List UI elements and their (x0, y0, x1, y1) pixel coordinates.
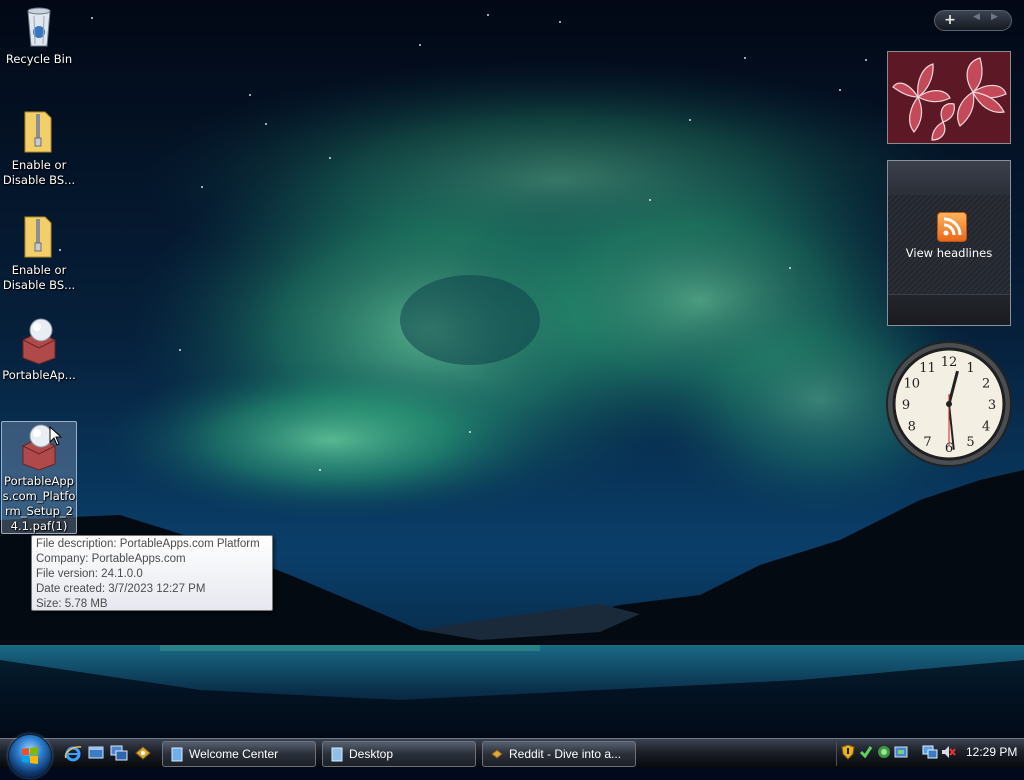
view-headlines-link[interactable]: View headlines (888, 246, 1010, 260)
add-gadget-button[interactable]: + (935, 11, 965, 30)
sidebar-controls: + ◀ ▶ (934, 10, 1012, 31)
clock-numeral: 1 (966, 361, 974, 376)
taskbar-button-welcome-center[interactable]: Welcome Center (162, 741, 316, 767)
gadget-header-band (888, 161, 1010, 195)
gadget-footer-band (888, 294, 1010, 325)
clock-numeral: 7 (923, 435, 931, 450)
slideshow-image (888, 52, 1010, 143)
file-info-tooltip: File description: PortableApps.com Platf… (31, 535, 273, 611)
clock-numeral: 4 (982, 420, 990, 435)
taskbar-clock[interactable]: 12:29 PM (966, 745, 1017, 759)
icon-label: Enable or Disable BS... (2, 158, 76, 187)
tooltip-line: Company: PortableApps.com (36, 553, 186, 565)
portableapps-installer-icon (22, 318, 56, 365)
windows-logo-icon (22, 747, 38, 764)
desktop-icon-enable-disable-bs-2[interactable]: Enable or Disable BS... (2, 213, 76, 293)
security-shield-icon[interactable] (840, 744, 856, 760)
desktop-icon-recycle-bin[interactable]: Recycle Bin (2, 2, 76, 67)
clock-numeral: 9 (902, 398, 910, 413)
desktop-wallpaper (0, 0, 1024, 738)
taskbar-button-label: Reddit - Dive into a... (509, 747, 622, 761)
volume-muted-icon[interactable] (940, 744, 956, 760)
welcome-center-icon (171, 747, 183, 762)
rss-feed-icon (937, 212, 967, 242)
tooltip-line: Date created: 3/7/2023 12:27 PM (36, 583, 206, 595)
icon-label: PortableAp... (2, 368, 76, 382)
tooltip-line: File version: 24.1.0.0 (36, 568, 143, 580)
display-icon[interactable] (922, 744, 938, 760)
next-page-icon[interactable]: ▶ (991, 12, 998, 22)
device-icon[interactable] (893, 744, 909, 760)
clock-numeral: 10 (904, 377, 921, 392)
desktop-icon-portableapps-setup[interactable]: PortableApps.com_Platform_Setup_24.1.paf… (1, 421, 77, 534)
desktop-window-icon (331, 747, 343, 762)
tray-divider (836, 742, 837, 766)
icon-label: PortableApps.com_Platform_Setup_24.1.paf… (2, 474, 76, 533)
start-button[interactable] (8, 734, 52, 778)
feed-headlines-gadget[interactable]: View headlines (887, 160, 1011, 326)
clock-numeral: 8 (908, 420, 916, 435)
browser-tab-icon (491, 749, 503, 759)
zip-folder-icon (24, 216, 52, 258)
internet-explorer-icon[interactable] (64, 744, 82, 762)
clock-numeral: 11 (919, 361, 936, 376)
slideshow-gadget[interactable] (887, 51, 1011, 144)
desktop-icon-portableapps[interactable]: PortableAp... (2, 318, 76, 383)
clock-numeral: 2 (982, 377, 990, 392)
switch-windows-icon[interactable] (110, 744, 128, 762)
network-status-icon[interactable] (876, 744, 892, 760)
desktop-icon-enable-disable-bs-1[interactable]: Enable or Disable BS... (2, 108, 76, 188)
zip-folder-icon (24, 111, 52, 153)
mouse-cursor-icon (49, 426, 63, 446)
network-icon[interactable] (134, 744, 152, 762)
tooltip-line: File description: PortableApps.com Platf… (36, 538, 260, 550)
icon-label: Recycle Bin (5, 52, 73, 66)
taskbar-button-reddit[interactable]: Reddit - Dive into a... (482, 741, 636, 767)
clock-numeral: 12 (941, 355, 958, 370)
taskbar-button-label: Desktop (349, 747, 394, 761)
clock-gadget[interactable]: 12 1234567891011 (885, 340, 1013, 468)
tooltip-line: Size: 5.78 MB (36, 598, 108, 610)
update-icon[interactable] (858, 744, 874, 760)
icon-label: Enable or Disable BS... (2, 263, 76, 292)
taskbar-button-desktop[interactable]: Desktop (322, 741, 476, 767)
show-desktop-icon[interactable] (87, 744, 105, 762)
previous-page-icon[interactable]: ◀ (973, 12, 980, 22)
taskbar-button-label: Welcome Center (189, 747, 279, 761)
clock-numeral: 3 (988, 398, 996, 413)
recycle-bin-icon (27, 7, 51, 47)
clock-numeral: 5 (966, 435, 974, 450)
